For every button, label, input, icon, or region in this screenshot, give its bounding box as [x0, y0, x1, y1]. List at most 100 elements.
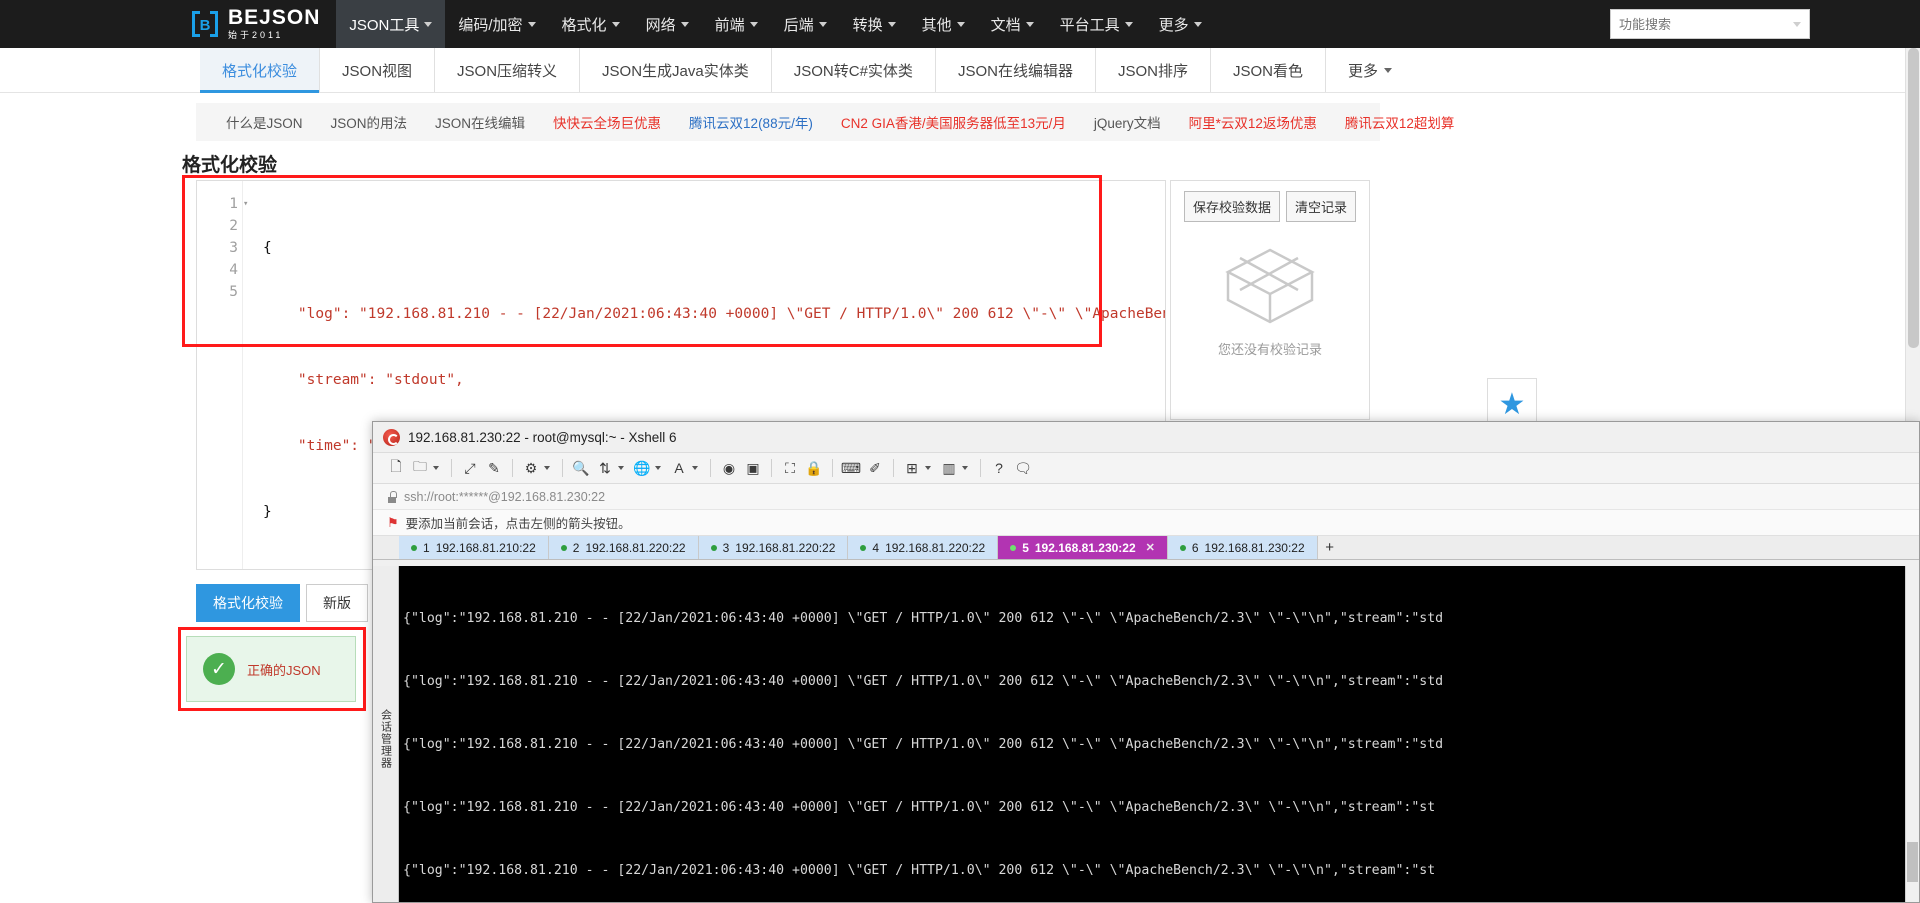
tab-label: JSON压缩转义: [457, 62, 558, 80]
nav-item-backend[interactable]: 后端: [771, 0, 840, 48]
terminal-line: {"log":"192.168.81.210 - - [22/Jan/2021:…: [403, 863, 1436, 878]
feedback-icon[interactable]: 🗨: [1012, 457, 1034, 479]
toolbar-separator: [893, 459, 894, 477]
globe-icon[interactable]: 🌐: [631, 457, 653, 479]
tab-label: JSON视图: [342, 62, 413, 80]
xshell-session-manager-sidebar[interactable]: 会话管理器: [373, 566, 399, 902]
page-scrollbar-thumb[interactable]: [1908, 48, 1919, 348]
session-tab-6[interactable]: 6 192.168.81.230:22: [1167, 536, 1318, 559]
xshell-titlebar[interactable]: 192.168.81.230:22 - root@mysql:~ - Xshel…: [373, 422, 1919, 452]
new-session-icon[interactable]: 🗋: [385, 457, 407, 479]
save-validation-data-button[interactable]: 保存校验数据: [1183, 191, 1280, 222]
chevron-down-icon[interactable]: [433, 466, 439, 470]
nav-item-network[interactable]: 网络: [633, 0, 702, 48]
nav-item-format[interactable]: 格式化: [549, 0, 633, 48]
new-version-button[interactable]: 新版: [306, 584, 368, 622]
chevron-down-icon: [611, 21, 620, 27]
toolbar-separator: [980, 459, 981, 477]
keyboard-icon[interactable]: ⌨: [840, 457, 862, 479]
ftp-icon[interactable]: ⇅: [594, 457, 616, 479]
link-aliyun-1212-promo[interactable]: 阿里*云双12返场优惠: [1175, 112, 1331, 132]
properties-icon[interactable]: ⚙: [520, 457, 542, 479]
session-tab-3[interactable]: 3 192.168.81.220:22: [698, 536, 849, 559]
search-input[interactable]: [1619, 16, 1779, 32]
session-tab-2[interactable]: 2 192.168.81.220:22: [548, 536, 699, 559]
feature-search-box[interactable]: [1610, 9, 1810, 39]
tab-format-validate[interactable]: 格式化校验: [200, 48, 321, 93]
chevron-down-icon[interactable]: [925, 466, 931, 470]
lock-icon[interactable]: 🔒: [803, 457, 825, 479]
format-validate-button[interactable]: 格式化校验: [196, 584, 300, 622]
transfer-icon[interactable]: ⤢: [459, 457, 481, 479]
terminal-output[interactable]: {"log":"192.168.81.210 - - [22/Jan/2021:…: [399, 566, 1905, 902]
search-icon[interactable]: 🔍: [570, 457, 592, 479]
status-dot-icon: [710, 544, 717, 551]
link-json-online-edit[interactable]: JSON在线编辑: [421, 112, 539, 132]
tab-json-online-editor[interactable]: JSON在线编辑器: [936, 48, 1096, 92]
nav-item-frontend[interactable]: 前端: [702, 0, 771, 48]
tab-json-color[interactable]: JSON看色: [1211, 48, 1326, 92]
terminal-scrollbar-thumb[interactable]: [1907, 842, 1918, 882]
session-tab-label: 192.168.81.210:22: [435, 540, 536, 555]
tab-json-compress-escape[interactable]: JSON压缩转义: [435, 48, 581, 92]
link-jquery-docs[interactable]: jQuery文档: [1080, 112, 1175, 132]
nav-item-platform-tools[interactable]: 平台工具: [1047, 0, 1146, 48]
link-json-usage[interactable]: JSON的用法: [317, 112, 422, 132]
tab-json-sort[interactable]: JSON排序: [1096, 48, 1211, 92]
xshell-app-icon: [383, 428, 400, 446]
link-kuaikuai-cloud-promo[interactable]: 快快云全场巨优惠: [539, 112, 675, 132]
chevron-down-icon: [1384, 67, 1392, 73]
toolbar-separator: [771, 459, 772, 477]
session-tab-5[interactable]: 5 192.168.81.230:22 ✕: [998, 536, 1168, 559]
link-cn2-gia-server[interactable]: CN2 GIA香港/美国服务器低至13元/月: [827, 112, 1080, 132]
chevron-down-icon[interactable]: [692, 466, 698, 470]
nav-item-encoding[interactable]: 编码/加密: [445, 0, 548, 48]
fullscreen-icon[interactable]: ⛶: [779, 457, 801, 479]
xshell-address-bar[interactable]: ssh://root:******@192.168.81.230:22: [373, 484, 1919, 510]
session-tab-4[interactable]: 4 192.168.81.220:22: [848, 536, 999, 559]
tab-json-to-csharp[interactable]: JSON转C#实体类: [772, 48, 936, 92]
log-icon[interactable]: ◉: [718, 457, 740, 479]
addtab-icon[interactable]: ⊞: [901, 457, 923, 479]
session-tab-label: 192.168.81.220:22: [885, 540, 986, 555]
session-tab-1[interactable]: 1 192.168.81.210:22: [399, 536, 549, 559]
page-title: 格式化校验: [182, 155, 278, 176]
xshell-window[interactable]: 192.168.81.230:22 - root@mysql:~ - Xshel…: [372, 421, 1920, 903]
chevron-down-icon[interactable]: [655, 466, 661, 470]
nav-item-docs[interactable]: 文档: [978, 0, 1047, 48]
open-folder-icon[interactable]: 🗀: [409, 457, 431, 479]
nav-item-convert[interactable]: 转换: [840, 0, 909, 48]
nav-item-more[interactable]: 更多: [1146, 0, 1215, 48]
tab-label: 更多: [1347, 62, 1378, 80]
nav-item-label: 后端: [783, 16, 814, 34]
help-icon[interactable]: ?: [988, 457, 1010, 479]
close-icon[interactable]: ✕: [1146, 541, 1155, 554]
chevron-down-icon: [956, 21, 965, 27]
new-session-tab-button[interactable]: +: [1318, 536, 1342, 559]
tab-json-view[interactable]: JSON视图: [320, 48, 436, 92]
site-logo[interactable]: B BEJSON 始于2011: [180, 0, 336, 48]
nav-item-json-tools[interactable]: JSON工具: [336, 0, 446, 48]
clear-records-button[interactable]: 清空记录: [1286, 191, 1357, 222]
link-tencent-cloud-1212[interactable]: 腾讯云双12(88元/年): [675, 112, 827, 132]
chevron-down-icon[interactable]: [618, 466, 624, 470]
compose-icon[interactable]: ✐: [864, 457, 886, 479]
font-icon[interactable]: A: [668, 457, 690, 479]
link-what-is-json[interactable]: 什么是JSON: [212, 112, 317, 132]
nav-left-spacer: [0, 0, 180, 48]
nav-item-other[interactable]: 其他: [909, 0, 978, 48]
chevron-down-icon[interactable]: [962, 466, 968, 470]
validation-history-panel: 保存校验数据 清空记录 您还没有校验记录: [1170, 180, 1370, 420]
chevron-down-icon: [680, 21, 689, 27]
status-dot-icon: [560, 544, 567, 551]
layout-icon[interactable]: ▥: [938, 457, 960, 479]
terminal-scrollbar[interactable]: [1905, 566, 1919, 902]
tab-json-to-java[interactable]: JSON生成Java实体类: [580, 48, 772, 92]
tab-more[interactable]: 更多: [1326, 48, 1414, 92]
chevron-down-icon[interactable]: [544, 466, 550, 470]
capture-icon[interactable]: ▣: [742, 457, 764, 479]
chevron-down-icon: [1124, 21, 1133, 27]
session-tab-label: 192.168.81.230:22: [1204, 540, 1305, 555]
link-tencent-1212-deal[interactable]: 腾讯云双12超划算: [1331, 112, 1469, 132]
xshell-notice-text: 要添加当前会话，点击左侧的箭头按钮。: [405, 517, 631, 531]
